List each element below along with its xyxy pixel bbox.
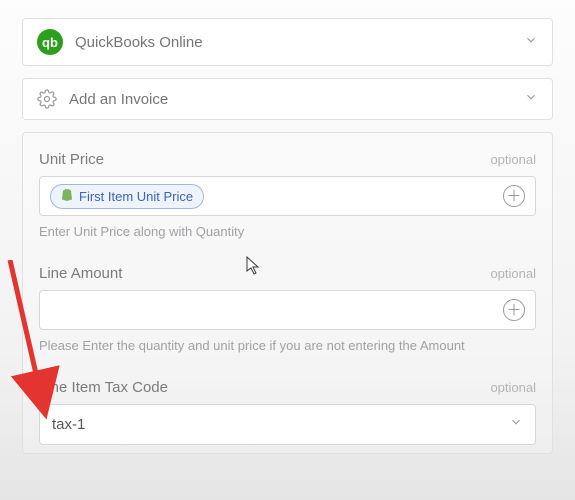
add-value-button[interactable]: ＋ [503, 299, 525, 321]
tax-code-optional: optional [490, 380, 536, 395]
quickbooks-icon: qb [37, 29, 63, 55]
tax-code-select[interactable]: tax-1 [39, 404, 536, 445]
unit-price-input[interactable]: First Item Unit Price ＋ [39, 176, 536, 216]
unit-price-label: Unit Price [39, 151, 104, 168]
line-amount-input[interactable]: ＋ [39, 290, 536, 330]
field-tax-code: Line Item Tax Code optional tax-1 [39, 379, 536, 445]
tax-code-label: Line Item Tax Code [39, 379, 168, 396]
chevron-down-icon [524, 90, 538, 109]
app-selector-label: QuickBooks Online [75, 34, 512, 51]
unit-price-optional: optional [490, 152, 536, 167]
unit-price-pill-label: First Item Unit Price [79, 189, 193, 204]
gear-icon [37, 89, 57, 109]
line-amount-optional: optional [490, 266, 536, 281]
line-amount-helper: Please Enter the quantity and unit price… [39, 338, 536, 353]
action-selector-label: Add an Invoice [69, 91, 512, 108]
tax-code-value: tax-1 [52, 416, 509, 433]
line-amount-label: Line Amount [39, 265, 122, 282]
shopify-icon [61, 188, 73, 205]
chevron-down-icon [509, 415, 523, 434]
field-line-amount: Line Amount optional ＋ Please Enter the … [39, 265, 536, 353]
app-selector[interactable]: qb QuickBooks Online [22, 18, 553, 66]
field-unit-price: Unit Price optional First Item Unit Pric… [39, 151, 536, 239]
action-selector[interactable]: Add an Invoice [22, 78, 553, 120]
unit-price-pill[interactable]: First Item Unit Price [50, 184, 204, 209]
unit-price-helper: Enter Unit Price along with Quantity [39, 224, 536, 239]
add-value-button[interactable]: ＋ [503, 185, 525, 207]
chevron-down-icon [524, 33, 538, 52]
form-panel: Unit Price optional First Item Unit Pric… [22, 132, 553, 454]
